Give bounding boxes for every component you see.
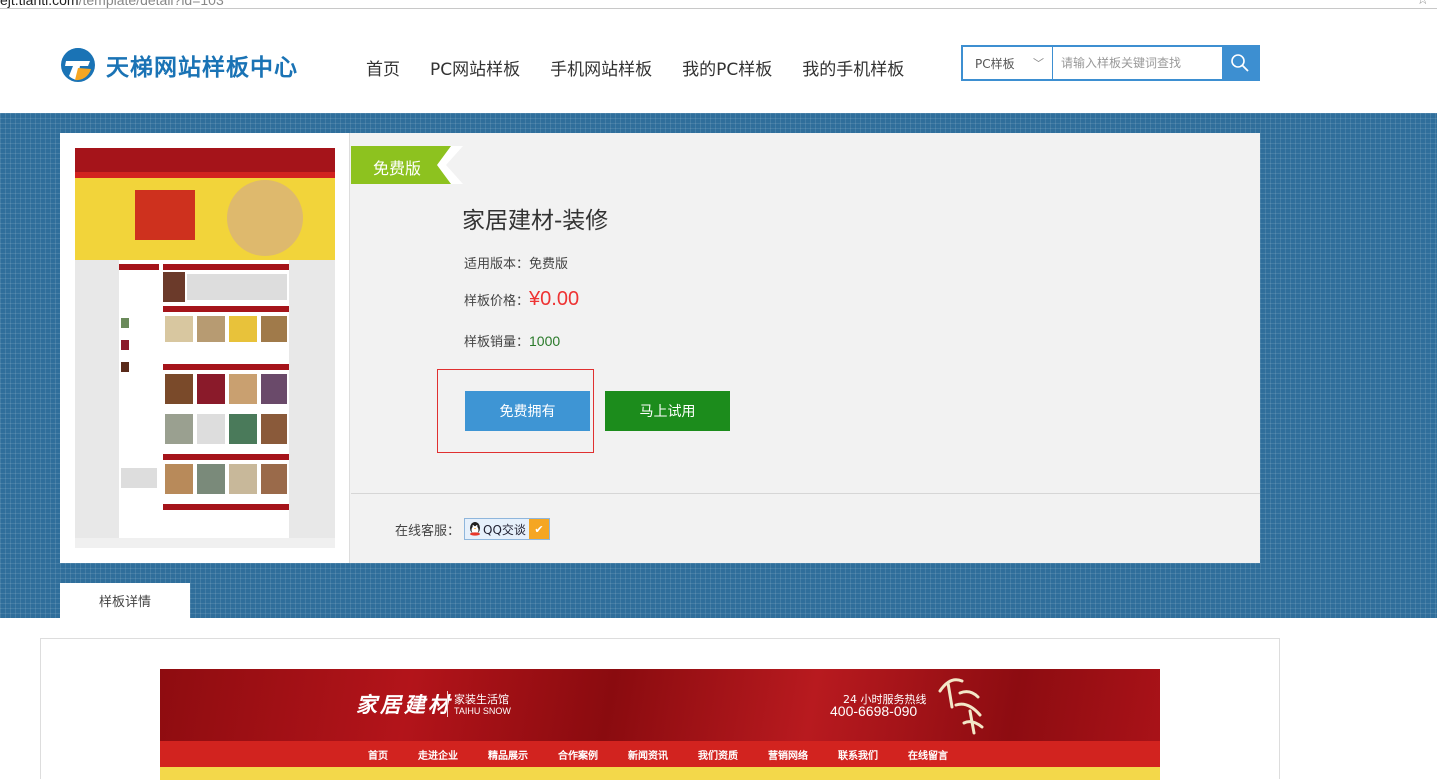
qq-penguin-icon [470, 522, 481, 536]
service-label: 在线客服： [395, 523, 461, 539]
site-header: 天梯网站样板中心 首页 PC网站样板 手机网站样板 我的PC样板 我的手机样板 … [0, 9, 1437, 113]
search-type-value: PC样板 [975, 56, 1015, 71]
sales-value: 1000 [529, 333, 561, 349]
nav-pc-templates[interactable]: PC网站样板 [430, 55, 520, 80]
version-label: 适用版本： [464, 257, 530, 272]
product-info: 免费版 家居建材-装修 适用版本：免费版 样板价格：¥0.00 样板销量：100… [351, 133, 1260, 563]
browser-address-bar[interactable]: ejt.tianti.com/template/detail?id=103 ☆ [0, 0, 1437, 9]
banner-hotline-number: 400-6698-090 [830, 703, 918, 719]
nav-mobile-templates[interactable]: 手机网站样板 [550, 55, 652, 80]
banner-separator [447, 691, 448, 717]
nav-my-mobile-templates[interactable]: 我的手机样板 [802, 55, 904, 80]
try-now-button[interactable]: 马上试用 [605, 391, 730, 431]
sales-row: 样板销量：1000 [464, 331, 560, 350]
badge-label: 免费版 [373, 159, 422, 178]
product-title: 家居建材-装修 [462, 208, 609, 234]
banner-sub-en: TAIHU SNOW [454, 706, 511, 716]
banner-nav-item[interactable]: 合作案例 [558, 747, 598, 762]
calligraphy-logo-icon [938, 678, 984, 735]
banner-nav-item[interactable]: 首页 [368, 747, 388, 762]
version-value: 免费版 [529, 257, 569, 272]
product-card: 免费版 家居建材-装修 适用版本：免费版 样板价格：¥0.00 样板销量：100… [60, 133, 1260, 563]
logo-icon [61, 48, 95, 82]
qq-chat-button[interactable]: QQ交谈 ✔ [464, 518, 550, 540]
check-icon: ✔ [528, 519, 549, 539]
banner-nav-item[interactable]: 在线留言 [908, 747, 948, 762]
banner-yellow-strip [160, 767, 1160, 780]
bookmark-star-icon[interactable]: ☆ [1416, 0, 1429, 8]
address-url[interactable]: ejt.tianti.com/template/detail?id=103 [0, 0, 224, 8]
banner-header [160, 669, 1160, 741]
banner-nav-item[interactable]: 走进企业 [418, 747, 458, 762]
preview-banner: 家居建材 家装生活馆 TAIHU SNOW 24 小时服务热线 400-6698… [160, 669, 1160, 780]
nav-my-pc-templates[interactable]: 我的PC样板 [682, 55, 772, 80]
main-nav: 首页 PC网站样板 手机网站样板 我的PC样板 我的手机样板 [366, 55, 934, 80]
banner-sub-cn: 家装生活馆 [454, 693, 509, 706]
search-bar: PC样板 ﹀ [961, 45, 1260, 81]
banner-nav-item[interactable]: 我们资质 [698, 747, 738, 762]
sales-label: 样板销量： [464, 335, 530, 350]
price-label: 样板价格： [464, 294, 530, 309]
site-logo[interactable]: 天梯网站样板中心 [60, 45, 298, 85]
search-icon [1231, 54, 1249, 72]
thumbnail-image [75, 148, 335, 548]
template-thumbnail[interactable] [75, 148, 335, 548]
online-service: 在线客服： QQ交谈 ✔ [395, 518, 550, 540]
price-value: ¥0.00 [529, 288, 580, 310]
logo-text: 天梯网站样板中心 [106, 55, 298, 81]
search-button[interactable] [1222, 47, 1258, 79]
chevron-down-icon: ﹀ [1033, 57, 1044, 70]
divider [351, 493, 1260, 494]
price-row: 样板价格：¥0.00 [464, 288, 579, 311]
version-row: 适用版本：免费版 [464, 253, 568, 272]
free-own-button[interactable]: 免费拥有 [465, 391, 590, 431]
banner-nav-item[interactable]: 新闻资讯 [628, 747, 668, 762]
tab-template-details[interactable]: 样板详情 [60, 583, 190, 618]
qq-chat-label: QQ交谈 [483, 522, 526, 537]
banner-nav-item[interactable]: 联系我们 [838, 747, 878, 762]
detail-panel: 家居建材 家装生活馆 TAIHU SNOW 24 小时服务热线 400-6698… [40, 638, 1280, 780]
banner-nav: 首页 走进企业 精品展示 合作案例 新闻资讯 我们资质 营销网络 联系我们 在线… [160, 741, 1160, 767]
search-type-select[interactable]: PC样板 ﹀ [963, 47, 1053, 79]
thumbnail-panel [60, 133, 350, 563]
banner-nav-item[interactable]: 营销网络 [768, 747, 808, 762]
product-band: 免费版 家居建材-装修 适用版本：免费版 样板价格：¥0.00 样板销量：100… [0, 113, 1437, 618]
banner-brand: 家居建材 [356, 692, 452, 717]
free-version-badge: 免费版 [351, 146, 463, 184]
nav-home[interactable]: 首页 [366, 55, 400, 80]
banner-nav-item[interactable]: 精品展示 [488, 747, 528, 762]
search-input[interactable] [1053, 47, 1222, 79]
